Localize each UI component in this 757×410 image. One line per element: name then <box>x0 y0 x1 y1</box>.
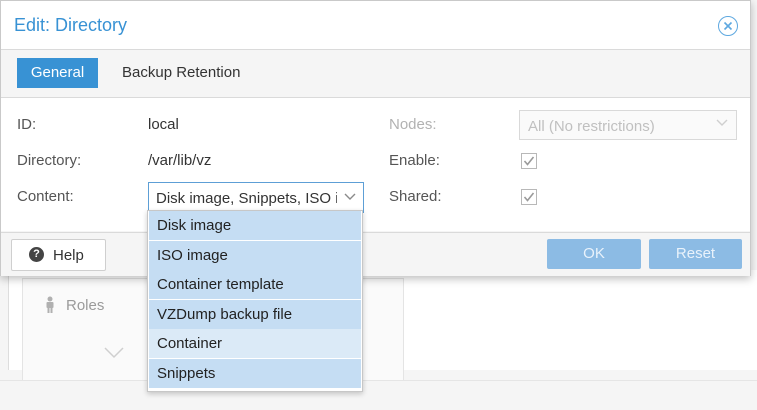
checkmark-icon <box>523 156 535 166</box>
id-label: ID: <box>17 116 37 133</box>
content-dropdown-list: Disk image ISO image Container template … <box>147 210 363 392</box>
edit-directory-dialog: Edit: Directory General Backup Retention… <box>0 0 751 276</box>
directory-label: Directory: <box>17 152 82 169</box>
option-disk-image[interactable]: Disk image <box>149 211 361 240</box>
tab-bar: General Backup Retention <box>1 50 750 98</box>
dialog-title: Edit: Directory <box>14 15 128 35</box>
background-roles-item: Roles <box>44 296 104 314</box>
option-snippets[interactable]: Snippets <box>149 359 361 388</box>
checkmark-icon <box>523 192 535 202</box>
help-button-label: Help <box>53 247 84 264</box>
form-content: ID: local Directory: /var/lib/vz Content… <box>1 98 750 231</box>
content-label: Content: <box>17 188 74 205</box>
content-select-value: Disk image, Snippets, ISO image <box>156 190 364 207</box>
option-container[interactable]: Container <box>149 329 361 358</box>
person-icon <box>46 296 54 313</box>
background-bottom-strip <box>0 380 757 410</box>
nodes-select[interactable]: All (No restrictions) <box>519 110 737 140</box>
dialog-footer: ? Help OK Reset <box>1 232 750 276</box>
option-iso-image[interactable]: ISO image <box>149 241 361 270</box>
shared-checkbox[interactable] <box>521 189 537 205</box>
directory-value: /var/lib/vz <box>148 152 212 169</box>
question-circle-icon: ? <box>29 247 44 262</box>
tab-general[interactable]: General <box>17 58 98 88</box>
ok-button[interactable]: OK <box>547 239 641 269</box>
chevron-down-icon[interactable] <box>337 183 363 212</box>
shared-label: Shared: <box>389 188 442 205</box>
chevron-down-icon <box>716 116 728 130</box>
roles-label: Roles <box>66 296 105 314</box>
help-button[interactable]: ? Help <box>11 239 106 271</box>
chevron-down-icon <box>104 346 124 364</box>
enable-checkbox[interactable] <box>521 153 537 169</box>
id-value: local <box>148 116 179 133</box>
nodes-select-value: All (No restrictions) <box>528 118 655 135</box>
close-icon[interactable] <box>718 16 738 36</box>
enable-label: Enable: <box>389 152 440 169</box>
reset-button[interactable]: Reset <box>649 239 742 269</box>
tab-backup-retention[interactable]: Backup Retention <box>122 58 240 88</box>
option-container-template[interactable]: Container template <box>149 270 361 299</box>
content-select[interactable]: Disk image, Snippets, ISO image <box>148 182 364 213</box>
dialog-titlebar: Edit: Directory <box>1 1 750 50</box>
nodes-label: Nodes: <box>389 116 437 133</box>
option-vzdump-backup-file[interactable]: VZDump backup file <box>149 300 361 329</box>
